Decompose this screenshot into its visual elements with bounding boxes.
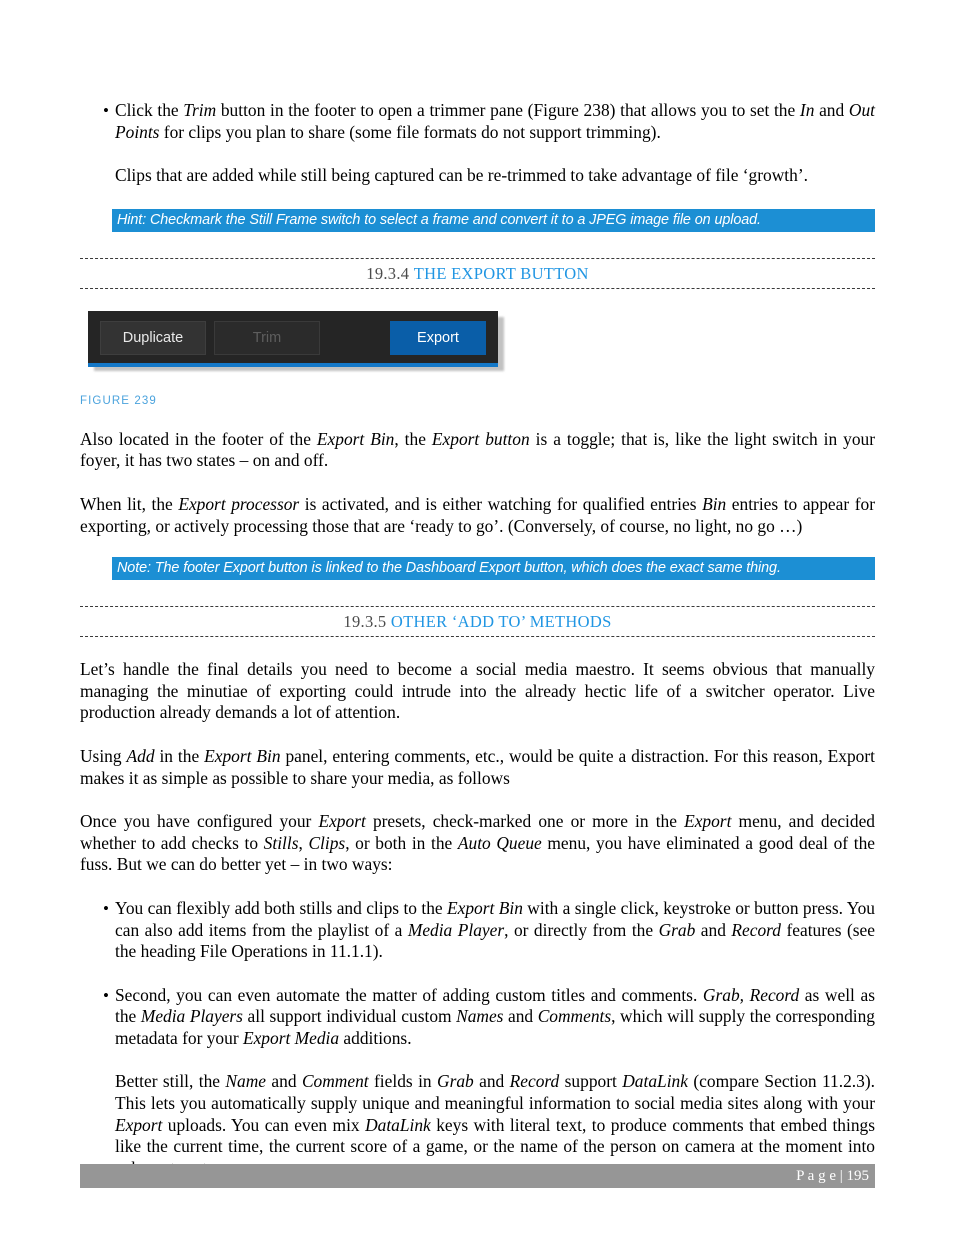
toolbar-buttons: Duplicate Trim Export — [100, 320, 486, 355]
export-bin-footer-toolbar: Duplicate Trim Export — [88, 310, 498, 367]
duplicate-button[interactable]: Duplicate — [100, 320, 206, 355]
paragraph-toggle: Also located in the footer of the Export… — [80, 428, 875, 471]
paragraph-trim-button: Click the Trim button in the footer to o… — [115, 100, 875, 142]
trim-button[interactable]: Trim — [214, 320, 320, 355]
paragraph-using-add: Using Add in the Export Bin panel, enter… — [80, 745, 875, 788]
paragraph-second-automate: Second, you can even automate the matter… — [115, 984, 875, 1048]
paragraph-flexibly-add: You can flexibly add both stills and cli… — [115, 897, 875, 962]
section-heading-export-button: 19.3.4 THE EXPORT BUTTON — [80, 257, 875, 289]
figure-caption: FIGURE 239 — [80, 394, 157, 407]
list-item: • Second, you can even automate the matt… — [80, 985, 875, 1050]
paragraph-processor: When lit, the Export processor is activa… — [80, 493, 876, 536]
list-item-body: You can flexibly add both stills and cli… — [115, 898, 875, 963]
paragraph-row-growth: Clips that are added while still being c… — [80, 165, 875, 187]
export-button[interactable]: Export — [390, 320, 486, 355]
paragraph-maestro: Let’s handle the final details you need … — [80, 659, 875, 723]
page-content: • Click the Trim button in the footer to… — [80, 100, 875, 1179]
paragraph-presets: Once you have configured your Export pre… — [80, 811, 875, 875]
heading-number: 19.3.4 — [366, 263, 410, 283]
heading-title: THE EXPORT BUTTON — [413, 263, 589, 283]
figure-239: Duplicate Trim Export FIGURE 239 — [80, 310, 875, 407]
hint-callout: Hint: Checkmark the Still Frame switch t… — [112, 208, 875, 232]
bullet-marker: • — [103, 985, 109, 1005]
page-footer: P a g e | 195 — [80, 1164, 875, 1188]
heading-title: OTHER ‘ADD TO’ METHODS — [390, 612, 612, 632]
note-callout: Note: The footer Export button is linked… — [112, 557, 875, 581]
document-page: • Click the Trim button in the footer to… — [0, 0, 954, 1235]
bullet-marker: • — [103, 101, 109, 120]
bullet-marker: • — [103, 898, 109, 918]
list-item-body: Second, you can even automate the matter… — [115, 985, 875, 1050]
section-heading-other-add-to: 19.3.5 OTHER ‘ADD TO’ METHODS — [80, 606, 875, 638]
list-item: • Click the Trim button in the footer to… — [80, 100, 875, 143]
heading-number: 19.3.5 — [343, 612, 387, 632]
paragraph-growth: Clips that are added while still being c… — [115, 165, 808, 186]
list-item: • You can flexibly add both stills and c… — [80, 898, 875, 963]
list-item-body: Click the Trim button in the footer to o… — [115, 100, 875, 143]
page-number-label: P a g e | 195 — [796, 1167, 869, 1184]
list-item-body: Clips that are added while still being c… — [115, 165, 875, 187]
